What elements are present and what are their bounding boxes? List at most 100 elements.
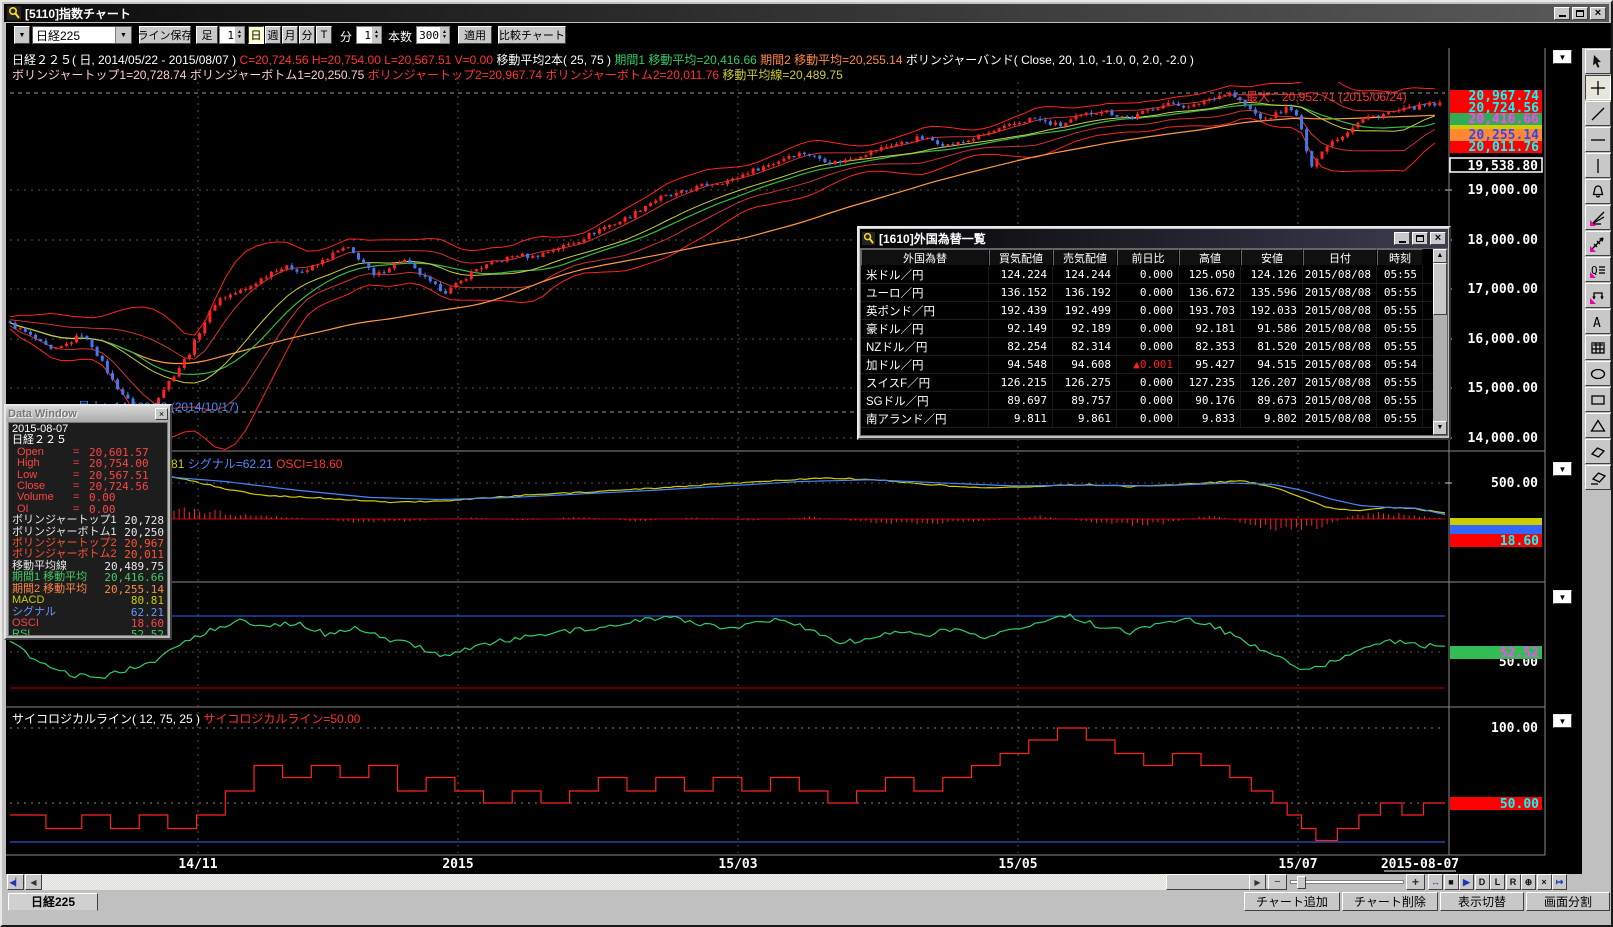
d-button[interactable]: D — [1475, 874, 1490, 890]
pan-button[interactable]: ↔ — [1428, 874, 1443, 890]
forex-row[interactable]: 豪ドル／円92.14992.1890.00092.18191.5862015/0… — [861, 320, 1447, 338]
panel-dropdown-button[interactable]: ▼ — [1553, 50, 1572, 64]
spinner-arrows-icon[interactable]: ▲▼ — [440, 27, 449, 43]
panel-dropdown-button[interactable]: ▼ — [1553, 590, 1572, 604]
text-label-tool[interactable]: A — [1585, 309, 1611, 334]
forex-maximize-button[interactable] — [1412, 232, 1428, 245]
trendline-tool[interactable] — [1585, 101, 1611, 126]
window-select-button[interactable]: ▼ — [14, 26, 30, 44]
close-button[interactable]: × — [1537, 874, 1552, 890]
maximize-button[interactable] — [1572, 7, 1588, 20]
minute-spinner[interactable]: 1 ▲▼ — [356, 26, 382, 44]
forex-column-header[interactable]: 安値 — [1241, 249, 1303, 266]
slider-thumb[interactable] — [1297, 876, 1306, 889]
forex-column-header[interactable]: 日付 — [1303, 249, 1377, 266]
horizontal-line-tool[interactable] — [1585, 127, 1611, 152]
ellipse-tool[interactable] — [1585, 361, 1611, 386]
forex-scrollbar[interactable]: ▲ ▼ — [1433, 249, 1447, 435]
data-window-close-icon[interactable]: × — [155, 408, 168, 420]
forex-column-header[interactable]: 高値 — [1179, 249, 1241, 266]
play-button[interactable]: ▶ — [1459, 874, 1474, 890]
rectangle-tool[interactable] — [1585, 387, 1611, 412]
save-lines-button[interactable]: ライン保存 — [139, 26, 191, 44]
eraser-tool[interactable] — [1585, 439, 1611, 464]
period-day-button[interactable]: 日 — [248, 26, 264, 44]
minimize-button[interactable] — [1554, 7, 1570, 20]
forex-row[interactable]: NZドル／円82.25482.3140.00082.35381.5202015/… — [861, 338, 1447, 356]
pointer-icon — [1589, 53, 1607, 71]
data-window[interactable]: Data Window × 2015-08-07日経２２５Open=20,601… — [4, 404, 172, 640]
toggle-display-button[interactable]: 表示切替 — [1440, 892, 1524, 911]
end-button[interactable]: ↦ — [1552, 874, 1567, 890]
l-button[interactable]: L — [1490, 874, 1505, 890]
chevron-down-icon[interactable]: ▼ — [115, 27, 131, 43]
grid-sheet-tool[interactable] — [1585, 335, 1611, 360]
split-screen-button[interactable]: 画面分割 — [1526, 892, 1610, 911]
title-bar[interactable]: [5110]指数チャート × — [4, 4, 1609, 22]
scroll-left-icon[interactable]: ◀ — [25, 874, 42, 890]
forex-column-header[interactable]: 時刻 — [1377, 249, 1423, 266]
pointer-tool[interactable] — [1585, 49, 1611, 74]
forex-close-button[interactable]: × — [1430, 232, 1446, 245]
period-month-button[interactable]: 月 — [282, 26, 298, 44]
stop-button[interactable]: ■ — [1444, 874, 1459, 890]
scroll-down-icon[interactable]: ▼ — [1433, 421, 1447, 435]
ashi-label[interactable]: 足 — [196, 26, 218, 44]
label-segment: ボリンジャーボトム1=20,250.75 — [190, 68, 368, 82]
r-button[interactable]: R — [1506, 874, 1521, 890]
period-tick-button[interactable]: T — [316, 26, 332, 44]
cycle-lines-tool[interactable] — [1585, 283, 1611, 308]
add-chart-button[interactable]: チャート追加 — [1244, 892, 1340, 911]
forex-row[interactable]: ユーロ／円136.152136.1920.000136.672135.59620… — [861, 284, 1447, 302]
ashi-spinner[interactable]: 1 ▲▼ — [219, 26, 245, 44]
triangle-tool[interactable] — [1585, 413, 1611, 438]
forex-column-header[interactable]: 外国為替 — [861, 249, 989, 266]
zoom-button[interactable]: ⊕ — [1521, 874, 1536, 890]
vertical-line-tool[interactable] — [1585, 153, 1611, 178]
forex-row[interactable]: スイスF／円126.215126.2750.000127.235126.2072… — [861, 374, 1447, 392]
period-week-button[interactable]: 週 — [265, 26, 281, 44]
zoom-in-button[interactable]: + — [1406, 874, 1425, 890]
scroll-home-icon[interactable]: ◀▏ — [7, 874, 24, 890]
forex-row[interactable]: 南アランド／円9.8119.8610.0009.8339.8022015/08/… — [861, 410, 1447, 428]
quote-note-tool[interactable]: Q — [1585, 257, 1611, 282]
zoom-out-button[interactable]: − — [1268, 874, 1287, 890]
forex-row[interactable]: 加ドル／円94.54894.608▲ 0.00195.42794.5152015… — [861, 356, 1447, 374]
scrollbar-track[interactable] — [42, 874, 1249, 890]
crosshair-tool[interactable] — [1585, 75, 1611, 100]
bars-spinner[interactable]: 300 ▲▼ — [416, 26, 450, 44]
forex-column-header[interactable]: 前日比 — [1117, 249, 1179, 266]
compare-chart-button[interactable]: 比較チャート — [498, 26, 566, 44]
spinner-arrows-icon[interactable]: ▲▼ — [235, 27, 244, 43]
forex-cell: 9.833 — [1179, 410, 1241, 427]
trendline-icon — [1589, 105, 1607, 123]
forex-column-header[interactable]: 売気配値 — [1053, 249, 1117, 266]
fan-lines-tool[interactable] — [1585, 205, 1611, 230]
panel-dropdown-button[interactable]: ▼ — [1553, 462, 1572, 476]
scroll-up-icon[interactable]: ▲ — [1433, 249, 1447, 263]
forex-minimize-button[interactable] — [1394, 232, 1410, 245]
close-button[interactable]: × — [1590, 7, 1606, 20]
data-window-title-bar[interactable]: Data Window × — [6, 406, 170, 422]
main-toolbar: ▼ 日経225 ▼ ライン保存 足 1 ▲▼ 日 週 月 分 T 分 1 ▲▼ … — [6, 23, 1611, 48]
forex-row[interactable]: 米ドル／円124.224124.2440.000125.050124.12620… — [861, 266, 1447, 284]
panel-dropdown-button[interactable]: ▼ — [1553, 714, 1572, 728]
alert-bell-tool[interactable] — [1585, 179, 1611, 204]
forex-row[interactable]: SGドル／円89.69789.7570.00090.17689.6732015/… — [861, 392, 1447, 410]
scrollbar-thumb[interactable] — [1433, 263, 1447, 315]
scroll-right-icon[interactable]: ▶ — [1249, 874, 1266, 890]
forex-row[interactable]: 英ポンド／円192.439192.4990.000193.703192.0332… — [861, 302, 1447, 320]
eraser-all-tool[interactable] — [1585, 465, 1611, 490]
zoom-slider[interactable] — [1290, 880, 1404, 884]
apply-button[interactable]: 適用 — [458, 26, 492, 44]
forex-window[interactable]: [1610]外国為替一覧 × 外国為替買気配値売気配値前日比高値安値日付時刻 米… — [857, 226, 1451, 440]
forex-title-bar[interactable]: [1610]外国為替一覧 × — [860, 229, 1448, 248]
period-minute-button[interactable]: 分 — [299, 26, 315, 44]
forex-column-header[interactable]: 買気配値 — [989, 249, 1053, 266]
symbol-combo[interactable]: 日経225 ▼ — [32, 26, 132, 44]
forex-cell: 05:55 — [1377, 374, 1423, 391]
regression-arrow-tool[interactable] — [1585, 231, 1611, 256]
delete-chart-button[interactable]: チャート削除 — [1342, 892, 1438, 911]
chart-tab[interactable]: 日経225 — [8, 893, 98, 911]
spinner-arrows-icon[interactable]: ▲▼ — [372, 27, 381, 43]
